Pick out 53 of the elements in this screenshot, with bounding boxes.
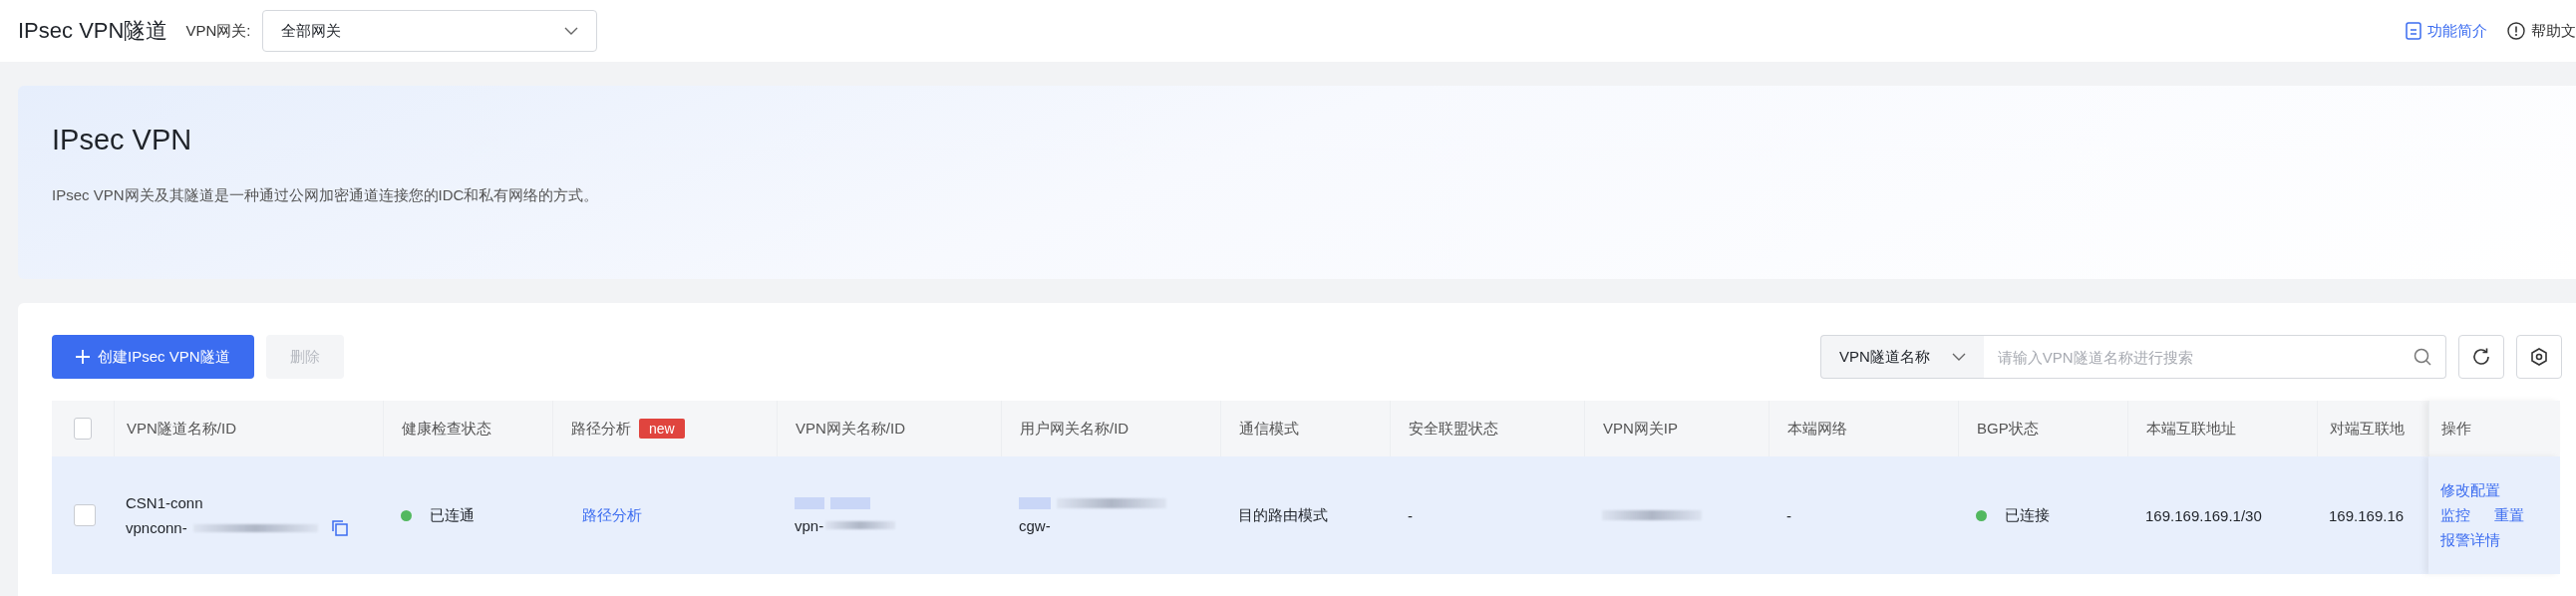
new-badge: new: [639, 419, 685, 439]
column-header: 本端网络: [1787, 419, 1847, 439]
page-title: IPsec VPN隧道: [18, 17, 168, 45]
gateway-id: vpn-: [795, 516, 824, 534]
info-icon: [2507, 22, 2525, 40]
plus-icon: [76, 350, 90, 364]
column-header: 健康检查状态: [402, 419, 491, 439]
column-header: 本端互联地址: [2146, 419, 2236, 439]
column-header: 操作: [2441, 419, 2471, 439]
column-header: 通信模式: [1239, 419, 1299, 439]
remote-address: 169.169.16: [2329, 506, 2406, 524]
checkbox[interactable]: [74, 504, 96, 526]
gateway-select[interactable]: 全部网关: [262, 10, 598, 52]
chevron-icon: [564, 27, 579, 35]
column-header: VPN隧道名称/ID: [127, 419, 236, 439]
action-link[interactable]: 报警详情: [2440, 530, 2548, 550]
tunnel-name: CSN1-conn: [126, 494, 204, 511]
column-header: VPN网关名称/ID: [796, 419, 905, 439]
intro-title: IPsec VPN: [52, 124, 192, 156]
local-network: -: [1786, 506, 1792, 524]
health-status: 已连通: [430, 505, 475, 525]
routing-mode: 目的路由模式: [1238, 505, 1329, 525]
sa-status: -: [1408, 506, 1414, 524]
action-link[interactable]: 重置: [2494, 505, 2524, 525]
refresh-button[interactable]: [2458, 335, 2504, 379]
settings-button[interactable]: [2516, 335, 2562, 379]
settings-icon: [2529, 347, 2549, 367]
redacted-text: [830, 496, 870, 509]
redacted-text: [1019, 496, 1051, 509]
refresh-icon: [2471, 347, 2491, 367]
intro-description: IPsec VPN网关及其隧道是一种通过公网加密通道连接您的IDC和私有网络的方式。: [52, 186, 600, 205]
column-header: 路径分析: [571, 419, 631, 439]
column-header: 对端互联地: [2330, 419, 2405, 439]
copy-icon[interactable]: [331, 519, 348, 536]
column-header: 安全联盟状态: [1409, 419, 1498, 439]
tunnel-id: vpnconn-: [126, 519, 187, 536]
action-link[interactable]: 修改配置: [2440, 480, 2548, 500]
customer-gateway-id: cgw-: [1019, 516, 1052, 534]
redacted-text: [825, 521, 896, 529]
create-button[interactable]: 创建IPsec VPN隧道: [52, 335, 254, 379]
gateway-label: VPN网关:: [185, 21, 251, 41]
path-analysis-link[interactable]: 路径分析: [582, 505, 747, 525]
header-link[interactable]: 功能简介: [2406, 21, 2487, 41]
column-header: BGP状态: [1977, 419, 2039, 439]
column-header: VPN网关IP: [1603, 419, 1678, 439]
header-link[interactable]: 帮助文: [2507, 21, 2576, 41]
redacted-text: [795, 496, 824, 509]
checkbox[interactable]: [74, 418, 92, 440]
bgp-status: 已连接: [2005, 505, 2050, 525]
document-icon: [2406, 22, 2421, 40]
action-link[interactable]: 监控: [2440, 505, 2470, 525]
local-address: 169.169.169.1/30: [2145, 506, 2263, 524]
column-header: 用户网关名称/ID: [1020, 419, 1129, 439]
